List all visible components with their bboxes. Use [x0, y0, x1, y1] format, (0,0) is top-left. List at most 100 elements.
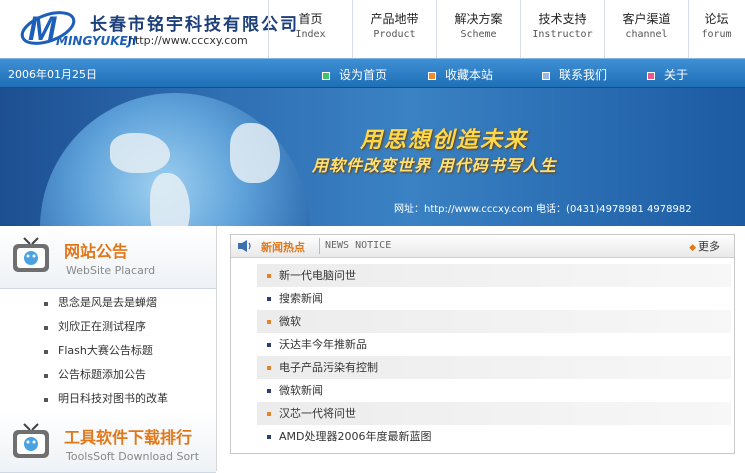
bullet-icon	[267, 274, 271, 278]
bookmark-link[interactable]: 收藏本站	[428, 66, 493, 83]
nav-label: 首页	[298, 12, 323, 26]
bullet-icon	[267, 297, 271, 301]
set-homepage-link[interactable]: 设为首页	[322, 66, 387, 83]
news-item[interactable]: 新一代电脑问世	[257, 264, 731, 287]
news-item[interactable]: 电子产品污染有控制	[257, 356, 731, 379]
more-link[interactable]: ◆ 更多	[689, 238, 720, 254]
hero-banner: 用思想创造未来 用软件改变世界 用代码书写人生 网址：http://www.cc…	[0, 88, 745, 226]
placard-item-label: Flash大赛公告标题	[58, 344, 153, 357]
news-item[interactable]: 汉芯一代将问世	[257, 402, 731, 425]
news-item-label: 微软新闻	[279, 384, 323, 397]
bullet-square-icon	[647, 71, 655, 80]
news-item-label: 新一代电脑问世	[279, 269, 356, 282]
placard-item-label: 刘欣正在测试程序	[58, 320, 146, 333]
bullet-square-icon	[542, 71, 550, 80]
news-item[interactable]: 沃达丰今年推新品	[257, 333, 731, 356]
tools-subtitle: ToolsSoft Download Sort	[66, 450, 200, 463]
nav-item-channel[interactable]: 客户渠道 channel	[604, 0, 688, 58]
nav-item-index[interactable]: 首页 Index	[268, 0, 352, 58]
bullet-square-icon	[428, 71, 436, 80]
bullet-square-icon	[322, 71, 330, 80]
placard-item[interactable]: 公告标题添加公告	[0, 363, 216, 387]
news-item-label: AMD处理器2006年度最新蓝图	[279, 430, 432, 443]
link-label: 关于	[664, 68, 689, 82]
header-divider	[319, 238, 320, 254]
news-panel-header: 新闻热点 NEWS NOTICE ◆ 更多	[231, 235, 734, 258]
placard-item[interactable]: 明日科技对图书的改革	[0, 387, 216, 411]
nav-label-en: Product	[373, 29, 416, 40]
nav-label: 产品地带	[370, 12, 419, 26]
banner-slogan-sub: 用软件改变世界 用代码书写人生	[312, 156, 557, 175]
placard-item[interactable]: Flash大赛公告标题	[0, 339, 216, 363]
news-item[interactable]: AMD处理器2006年度最新蓝图	[257, 425, 731, 448]
site-url: http://www.cccxy.com	[128, 34, 248, 47]
triangle-icon: ◆	[689, 243, 696, 253]
nav-label-en: Instructor	[532, 29, 593, 40]
bullet-icon	[44, 398, 48, 402]
placard-list: 思念是风是去是蝉熠 刘欣正在测试程序 Flash大赛公告标题 公告标题添加公告 …	[0, 289, 216, 411]
tools-title: 工具软件下载排行	[64, 428, 193, 447]
nav-label-en: channel	[625, 29, 668, 40]
top-info-bar: 2006年01月25日 设为首页 收藏本站 联系我们 关于	[0, 58, 745, 88]
banner-slogan-main: 用思想创造未来	[360, 128, 529, 153]
news-item-label: 汉芯一代将问世	[279, 407, 356, 420]
nav-item-scheme[interactable]: 解决方案 Scheme	[436, 0, 520, 58]
bullet-icon	[44, 302, 48, 306]
nav-label-en: Index	[295, 29, 326, 40]
link-label: 设为首页	[339, 68, 388, 82]
bullet-icon	[44, 326, 48, 330]
placard-item[interactable]: 思念是风是去是蝉熠	[0, 291, 216, 315]
news-subtitle: NEWS NOTICE	[325, 240, 392, 251]
placard-item-label: 明日科技对图书的改革	[58, 392, 168, 405]
company-logo[interactable]: M 长春市铭宇科技有限公司 MINGYUKEJI http://www.cccx…	[14, 4, 297, 54]
nav-label-en: Scheme	[460, 29, 497, 40]
link-label: 联系我们	[559, 68, 608, 82]
tv-mascot-icon	[13, 237, 49, 272]
tv-mascot-icon	[13, 423, 49, 458]
bullet-icon	[267, 389, 271, 393]
news-title: 新闻热点	[261, 241, 305, 254]
brand-name-en: MINGYUKEJI	[56, 34, 137, 48]
more-label: 更多	[698, 240, 720, 253]
bullet-icon	[267, 343, 271, 347]
nav-label: 论坛	[704, 12, 729, 26]
banner-contact-info: 网址：http://www.cccxy.com 电话：(0431)4978981…	[394, 204, 692, 215]
placard-item-label: 公告标题添加公告	[58, 368, 146, 381]
speaker-icon	[238, 240, 251, 252]
svg-text:M: M	[28, 10, 57, 48]
news-panel: 新闻热点 NEWS NOTICE ◆ 更多 新一代电脑问世 搜索新闻 微软 沃达丰…	[230, 234, 735, 454]
news-item-label: 沃达丰今年推新品	[279, 338, 367, 351]
contact-us-link[interactable]: 联系我们	[542, 66, 607, 83]
placard-subtitle: WebSite Placard	[66, 264, 156, 277]
globe-image	[40, 93, 310, 226]
bullet-icon	[44, 374, 48, 378]
news-item-label: 搜索新闻	[279, 292, 323, 305]
tools-section-header: 工具软件下载排行 ToolsSoft Download Sort	[0, 412, 216, 473]
placard-section-header: 网站公告 WebSite Placard	[0, 226, 216, 289]
placard-item-label: 思念是风是去是蝉熠	[58, 296, 157, 309]
nav-item-product[interactable]: 产品地带 Product	[352, 0, 436, 58]
current-date: 2006年01月25日	[8, 68, 97, 81]
main-nav: 首页 Index 产品地带 Product 解决方案 Scheme 技术支持 I…	[268, 0, 744, 58]
nav-label: 技术支持	[538, 12, 587, 26]
news-item[interactable]: 微软新闻	[257, 379, 731, 402]
bullet-icon	[44, 350, 48, 354]
nav-item-forum[interactable]: 论坛 forum	[688, 0, 744, 58]
news-item[interactable]: 微软	[257, 310, 731, 333]
left-column: 网站公告 WebSite Placard 思念是风是去是蝉熠 刘欣正在测试程序 …	[0, 226, 217, 473]
site-header: M 长春市铭宇科技有限公司 MINGYUKEJI http://www.cccx…	[0, 0, 745, 58]
news-item[interactable]: 搜索新闻	[257, 287, 731, 310]
nav-label: 解决方案	[454, 12, 503, 26]
bullet-icon	[267, 412, 271, 416]
news-list: 新一代电脑问世 搜索新闻 微软 沃达丰今年推新品 电子产品污染有控制 微软新闻 …	[231, 258, 734, 448]
nav-label: 客户渠道	[622, 12, 671, 26]
placard-title: 网站公告	[64, 242, 129, 261]
nav-label-en: forum	[701, 29, 732, 40]
news-item-label: 电子产品污染有控制	[279, 361, 378, 374]
bullet-icon	[267, 366, 271, 370]
link-label: 收藏本站	[445, 68, 494, 82]
placard-item[interactable]: 刘欣正在测试程序	[0, 315, 216, 339]
nav-item-instructor[interactable]: 技术支持 Instructor	[520, 0, 604, 58]
about-link[interactable]: 关于	[647, 66, 688, 83]
news-item-label: 微软	[279, 315, 301, 328]
